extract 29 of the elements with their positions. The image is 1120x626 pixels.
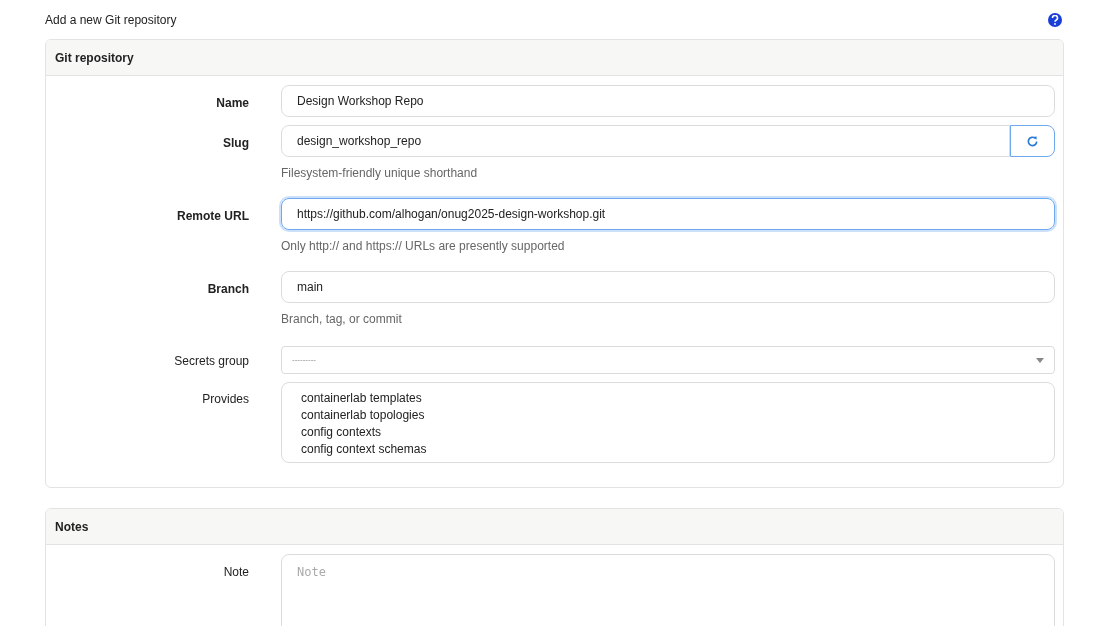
note-field[interactable]: Note: [281, 554, 1055, 626]
field-label: Provides: [201, 391, 250, 408]
list-option[interactable]: containerlab topologies: [301, 407, 1054, 424]
list-option[interactable]: config contexts: [301, 424, 1054, 441]
select-placeholder: ---------: [292, 354, 316, 366]
field-label: Remote URL: [176, 208, 250, 225]
multiselect-list[interactable]: containerlab templates containerlab topologies config contexts config context schemas: [281, 382, 1055, 463]
field-label: Secrets group: [173, 353, 250, 370]
help-text: Only http:// and https:// URLs are presently supported: [281, 238, 566, 255]
field-label: Name: [215, 95, 250, 112]
select-field[interactable]: ---------: [281, 346, 1055, 374]
help-text: Branch, tag, or commit: [281, 311, 403, 328]
regenerate-button[interactable]: [1010, 125, 1055, 157]
refresh-icon: [1026, 134, 1039, 148]
page-title: Add a new Git repository: [45, 12, 177, 29]
help-text: Filesystem-friendly unique shorthand: [281, 165, 479, 182]
field-label: Slug: [222, 135, 250, 152]
help-icon[interactable]: [1048, 13, 1062, 27]
list-option[interactable]: config context schemas: [301, 441, 1054, 458]
list-option[interactable]: containerlab templates: [301, 390, 1054, 407]
caret-icon: [1036, 357, 1044, 363]
text-field[interactable]: main: [281, 271, 1055, 303]
card-title: Git repository: [55, 49, 134, 67]
field-label: Branch: [206, 281, 250, 298]
card-title: Notes: [55, 518, 89, 536]
text-field[interactable]: https://github.com/alhogan/onug2025-design-workshop.git: [281, 198, 1055, 230]
text-field[interactable]: Design Workshop Repo: [281, 85, 1055, 117]
field-label: Note: [222, 564, 250, 581]
text-field[interactable]: design_workshop_repo: [281, 125, 1010, 157]
